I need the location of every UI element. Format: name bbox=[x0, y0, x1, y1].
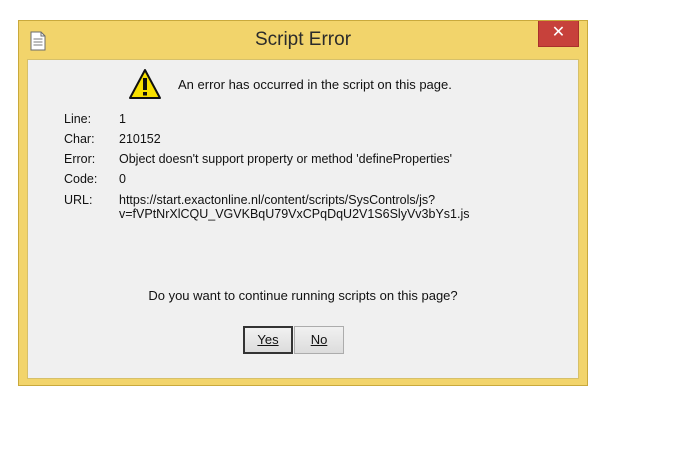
url-line: v=fVPtNrXlCQU_VGVKBqU79VxCPqDqU2V1S6SlyV… bbox=[119, 207, 470, 221]
url-line: https://start.exactonline.nl/content/scr… bbox=[119, 193, 436, 207]
error-headline: An error has occurred in the script on t… bbox=[178, 77, 452, 92]
yes-button-label: Yes bbox=[257, 332, 279, 347]
detail-label: Code: bbox=[64, 172, 98, 186]
warning-icon bbox=[129, 69, 161, 99]
script-error-dialog: Script Error ✕ An error has occurred in … bbox=[18, 20, 588, 386]
close-icon: ✕ bbox=[551, 24, 566, 41]
url-value: https://start.exactonline.nl/content/scr… bbox=[119, 193, 470, 221]
detail-value: 1 bbox=[119, 112, 126, 126]
detail-label: Error: bbox=[64, 152, 96, 166]
close-button[interactable]: ✕ bbox=[538, 21, 579, 47]
dialog-body: An error has occurred in the script on t… bbox=[27, 59, 579, 379]
detail-value: 0 bbox=[119, 172, 126, 186]
no-button[interactable]: No bbox=[294, 326, 344, 354]
no-button-label: No bbox=[310, 332, 328, 347]
detail-value: Object doesn't support property or metho… bbox=[119, 152, 453, 166]
continue-question: Do you want to continue running scripts … bbox=[148, 288, 458, 303]
title-bar[interactable]: Script Error ✕ bbox=[19, 21, 587, 59]
detail-label: Char: bbox=[64, 132, 95, 146]
window-title: Script Error bbox=[254, 29, 352, 50]
detail-label: URL: bbox=[64, 193, 93, 207]
yes-button[interactable]: Yes bbox=[243, 326, 293, 354]
detail-value: 210152 bbox=[119, 132, 161, 146]
detail-label: Line: bbox=[64, 112, 92, 126]
